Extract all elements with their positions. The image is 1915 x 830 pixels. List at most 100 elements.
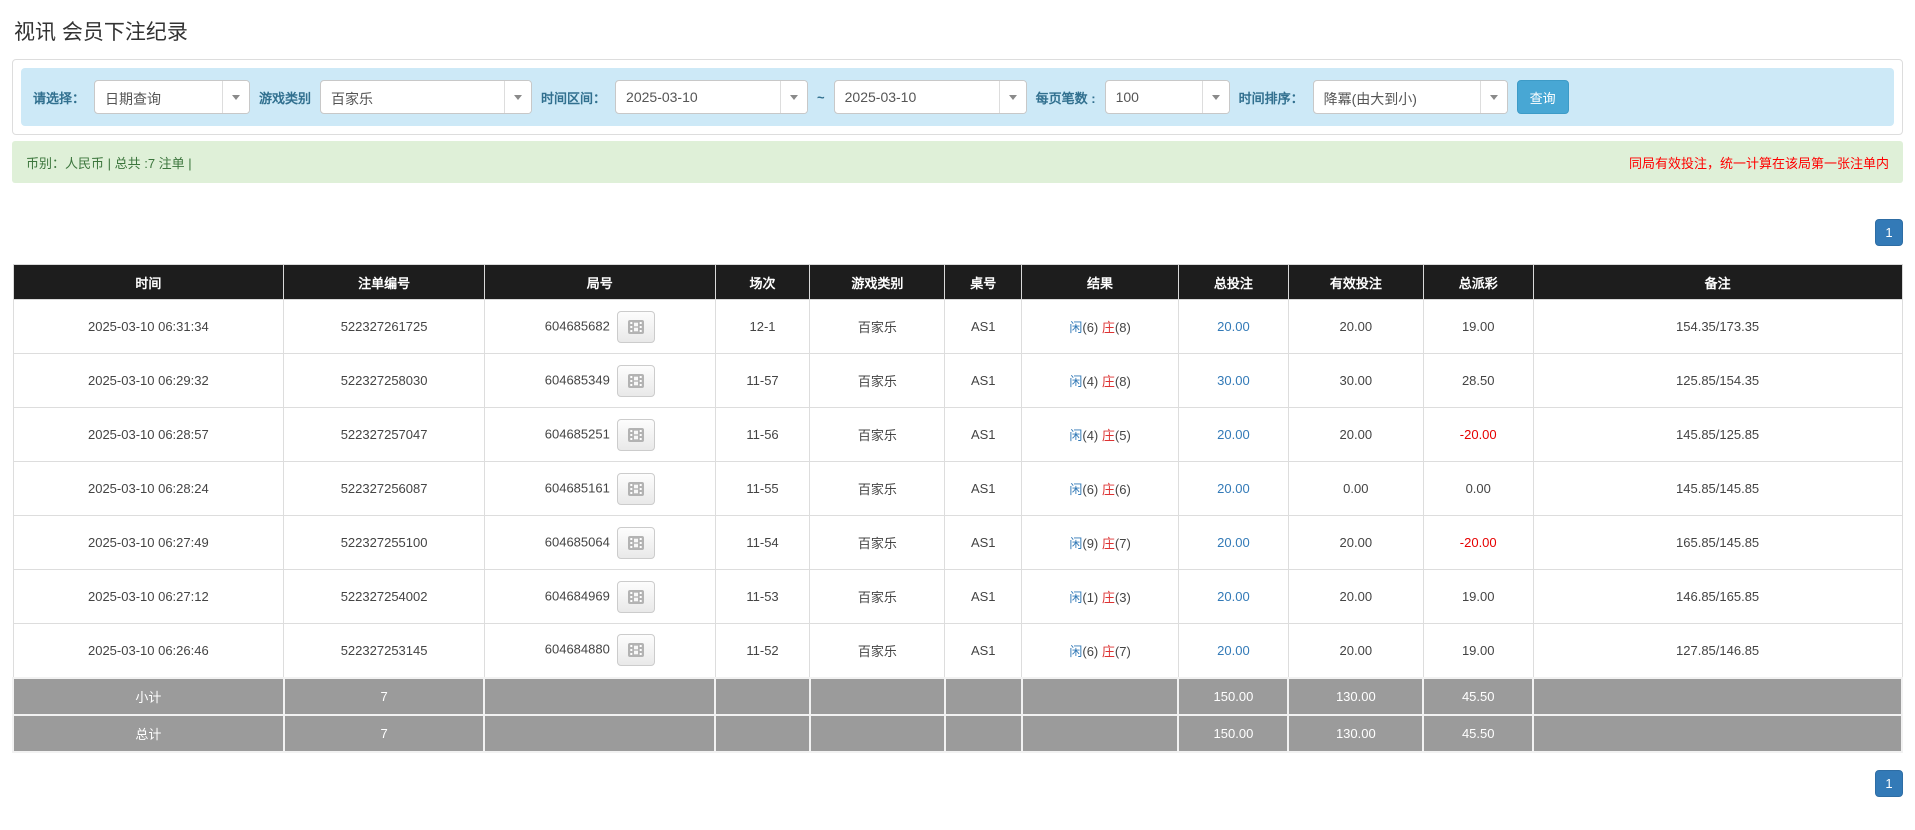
round-number: 604685064 [544,533,610,549]
cell-remark: 154.35/173.35 [1532,299,1903,354]
result-player-score: (6) [1082,482,1099,497]
cell-payout: 19.00 [1422,569,1534,624]
total-bet-link[interactable]: 20.00 [1217,535,1250,550]
cell-payout: -20.00 [1422,515,1534,570]
total-bet-link[interactable]: 20.00 [1217,643,1250,658]
video-replay-button[interactable] [616,580,655,613]
column-header: 总投注 [1177,264,1289,300]
date-range-separator: ~ [817,89,825,105]
cell-session: 11-53 [714,569,811,624]
cell-round-id: 604685064 [483,515,716,570]
total-bet-link[interactable]: 20.00 [1217,481,1250,496]
cell-round-id: 604684969 [483,569,716,624]
film-icon [627,643,644,658]
page-container: 视讯 会员下注纪录 请选择： 日期查询 游戏类别 百家乐 时间区间： 2025-… [0,16,1915,797]
result-banker-label: 庄 [1101,374,1115,389]
table-row: 2025-03-10 06:26:46 522327253145 604684880… [12,623,1903,678]
cell-session: 11-52 [714,623,811,678]
cell-remark: 146.85/165.85 [1532,569,1903,624]
film-icon [627,373,644,388]
payout-value: -20.00 [1459,535,1497,550]
cell-total-bet: 20.00 [1177,623,1289,678]
cell-valid-bet: 20.00 [1287,623,1424,678]
table-row: 2025-03-10 06:27:49 522327255100 604685064… [12,515,1903,570]
summary-count: 7 [282,713,486,753]
cell-result: 闲(6) 庄(8) [1021,299,1179,354]
search-button[interactable]: 查询 [1516,80,1569,114]
cell-session: 11-57 [714,353,811,408]
cell-result: 闲(4) 庄(8) [1021,353,1179,408]
result-player-score: (6) [1082,643,1099,659]
total-bet-link[interactable]: 20.00 [1217,319,1250,334]
sort-order-select[interactable]: 降冪(由大到小) [1312,80,1508,114]
summary-valid-bet: 130.00 [1287,713,1425,753]
cell-payout: 0.00 [1422,461,1534,516]
date-to-value: 2025-03-10 [844,89,917,105]
cell-valid-bet: 0.00 [1287,461,1424,516]
payout-value: 28.50 [1461,373,1495,388]
cell-valid-bet: 20.00 [1287,569,1424,624]
result-player-label: 闲 [1069,643,1083,659]
cell-time: 2025-03-10 06:29:32 [12,353,285,408]
query-type-select[interactable]: 日期查询 [94,80,251,114]
summary-valid-bet: 130.00 [1287,676,1425,716]
date-from-select[interactable]: 2025-03-10 [615,80,809,114]
cell-game-type: 百家乐 [809,515,946,570]
sort-order-value: 降冪(由大到小) [1323,91,1417,107]
video-replay-button[interactable] [616,472,655,505]
cell-total-bet: 20.00 [1177,569,1289,624]
result-player-label: 闲 [1069,320,1083,335]
total-bet-link[interactable]: 20.00 [1217,427,1250,442]
pagination-page-1[interactable]: 1 [1875,769,1903,797]
round-number: 604685349 [544,371,610,387]
column-header: 游戏类别 [809,264,946,300]
round-number: 604684880 [544,641,610,657]
cell-bet-id: 522327261725 [283,299,485,354]
result-banker-label: 庄 [1101,536,1115,551]
result-banker-score: (3) [1114,590,1131,605]
page-size-select[interactable]: 100 [1104,80,1230,114]
cell-result: 闲(9) 庄(7) [1021,515,1179,570]
cell-payout: 28.50 [1422,353,1534,408]
film-icon [627,535,644,550]
cell-session: 11-54 [714,515,811,570]
game-type-select[interactable]: 百家乐 [320,80,533,114]
film-icon [627,589,644,604]
cell-game-type: 百家乐 [809,461,946,516]
table-row: 2025-03-10 06:28:57 522327257047 604685251… [12,407,1903,462]
filter-label-query-type: 请选择： [33,90,86,106]
round-number: 604685161 [544,479,610,495]
cell-payout: 19.00 [1422,623,1534,678]
cell-session: 11-56 [714,407,811,462]
cell-bet-id: 522327255100 [283,515,485,570]
total-bet-link[interactable]: 20.00 [1217,589,1250,604]
video-replay-button[interactable] [616,634,655,667]
video-replay-button[interactable] [616,418,655,451]
total-bet-link[interactable]: 30.00 [1217,373,1250,388]
cell-time: 2025-03-10 06:27:12 [12,569,285,624]
cell-table-no: AS1 [944,623,1023,678]
pagination-bottom: 1 [12,769,1903,797]
cell-total-bet: 30.00 [1177,353,1289,408]
page-size-value: 100 [1115,89,1139,105]
date-to-select[interactable]: 2025-03-10 [833,80,1027,114]
summary-total-bet: 150.00 [1177,676,1290,716]
video-replay-button[interactable] [616,364,655,397]
round-number: 604685251 [544,425,610,441]
result-player-score: (1) [1082,590,1099,605]
valid-bet-notice: 同局有效投注，统一计算在该局第一张注单内 [1628,155,1889,171]
result-player-label: 闲 [1069,482,1083,497]
column-header: 桌号 [944,264,1023,300]
cell-result: 闲(6) 庄(6) [1021,461,1179,516]
table-row: 2025-03-10 06:27:12 522327254002 604684969… [12,569,1903,624]
cell-round-id: 604685682 [483,299,716,354]
cell-total-bet: 20.00 [1177,299,1289,354]
video-replay-button[interactable] [616,310,655,343]
cell-total-bet: 20.00 [1177,515,1289,570]
film-icon [627,427,644,442]
filter-bar: 请选择： 日期查询 游戏类别 百家乐 时间区间： 2025-03-10 ~ 20… [21,68,1894,126]
bet-records-table: 时间 注单编号 局号 场次 游戏类别 桌号 结果 总投注 有效投注 总派彩 备注 2025-03-1… [12,264,1903,753]
cell-table-no: AS1 [944,353,1023,408]
pagination-page-1[interactable]: 1 [1875,219,1903,246]
video-replay-button[interactable] [616,526,655,559]
